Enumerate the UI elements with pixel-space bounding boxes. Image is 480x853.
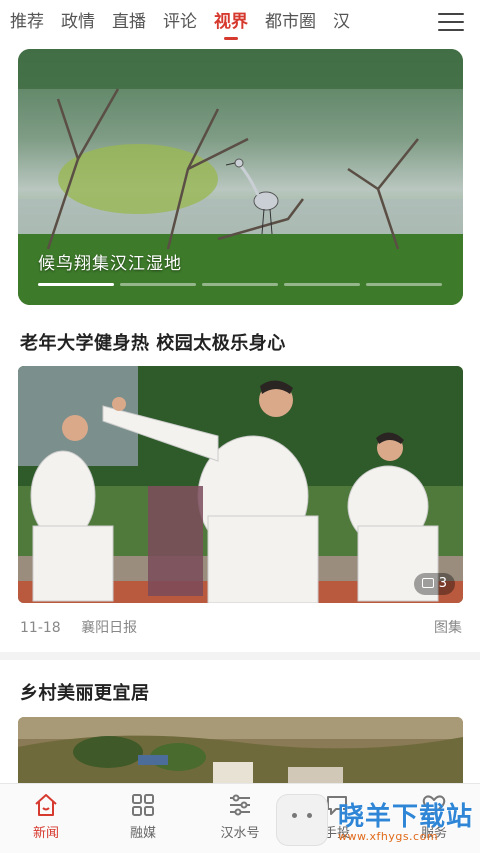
tab-live[interactable]: 直播 bbox=[112, 8, 146, 36]
nav-media[interactable]: 融媒 bbox=[113, 792, 173, 841]
article-category: 图集 bbox=[434, 620, 462, 636]
home-icon bbox=[35, 794, 57, 816]
tab-comment[interactable]: 评论 bbox=[163, 8, 197, 36]
channel-tabs: 推荐 政情 直播 评论 视界 都市圈汉 bbox=[10, 8, 422, 40]
tab-han[interactable]: 汉 bbox=[333, 8, 350, 36]
article-meta: 11-18 襄阳日报 图集 bbox=[20, 617, 462, 637]
article-title-2[interactable]: 乡村美丽更宜居 bbox=[20, 679, 150, 705]
article-image[interactable]: 3 bbox=[18, 366, 463, 603]
article-source: 襄阳日报 bbox=[81, 620, 138, 636]
menu-icon[interactable] bbox=[438, 9, 464, 35]
grid-icon bbox=[132, 794, 154, 816]
watermark-title: 晓羊下载站 bbox=[338, 802, 474, 832]
nav-news[interactable]: 新闻 bbox=[16, 792, 76, 841]
tab-vision[interactable]: 视界 bbox=[214, 8, 248, 40]
nav-hanshui[interactable]: 汉水号 bbox=[210, 792, 270, 841]
divider bbox=[0, 652, 480, 660]
sliders-icon bbox=[230, 794, 250, 816]
tab-politics[interactable]: 政情 bbox=[61, 8, 95, 36]
hero-caption: 候鸟翔集汉江湿地 bbox=[38, 254, 182, 274]
image-icon bbox=[421, 578, 434, 588]
watermark: 晓羊下载站 www.xfhygs.com bbox=[276, 790, 476, 850]
watermark-logo-icon bbox=[276, 794, 328, 846]
article-image-2[interactable] bbox=[18, 717, 463, 783]
tab-metro[interactable]: 都市圈 bbox=[265, 8, 316, 36]
watermark-url: www.xfhygs.com bbox=[338, 830, 439, 843]
tab-recommend[interactable]: 推荐 bbox=[10, 8, 44, 36]
article-title[interactable]: 老年大学健身热 校园太极乐身心 bbox=[20, 329, 286, 355]
hero-carousel[interactable]: 候鸟翔集汉江湿地 bbox=[18, 49, 463, 305]
article-date: 11-18 bbox=[20, 620, 61, 636]
photo-count-badge: 3 bbox=[413, 573, 455, 595]
top-channel-bar: 推荐 政情 直播 评论 视界 都市圈汉 bbox=[0, 0, 480, 46]
carousel-indicator bbox=[38, 283, 443, 287]
